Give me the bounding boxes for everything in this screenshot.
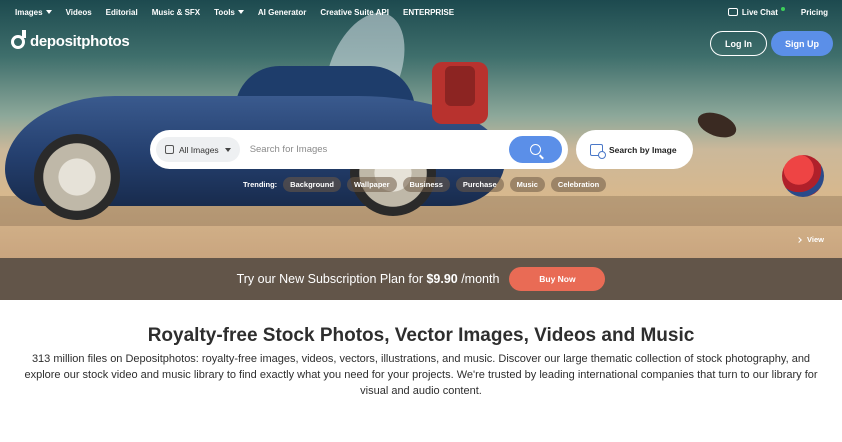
image-icon (165, 145, 174, 154)
site-logo[interactable]: depositphotos (11, 29, 130, 50)
nav-item-ai-generator[interactable]: AI Generator (258, 8, 306, 17)
page-headline: Royalty-free Stock Photos, Vector Images… (147, 325, 695, 346)
trending-label: Trending: (243, 180, 278, 189)
pricing-link[interactable]: Pricing (801, 8, 828, 17)
nav-item-editorial[interactable]: Editorial (106, 8, 138, 17)
chat-bubble-icon (727, 8, 738, 16)
trending-tag[interactable]: Music (509, 177, 545, 192)
chevron-down-icon (237, 10, 244, 15)
search-button[interactable] (509, 136, 562, 163)
search-bar: All Images (150, 130, 568, 169)
promo-price: $9.90 (426, 272, 458, 286)
image-search-icon (590, 143, 606, 159)
chevron-right-icon (796, 236, 802, 243)
trending-tag[interactable]: Celebration (550, 177, 607, 192)
online-status-dot (780, 7, 785, 11)
trending-tags: Trending: Background Wallpaper Business … (243, 177, 612, 192)
logo-text: depositphotos (30, 33, 130, 50)
car-wheel-front (34, 134, 120, 220)
flying-hat (694, 107, 740, 143)
logo-icon (11, 29, 26, 49)
live-chat-label: Live Chat (741, 7, 778, 17)
search-by-image-button[interactable]: Search by Image (576, 130, 693, 169)
top-nav: Images Videos Editorial Music & SFX Tool… (0, 0, 842, 24)
promo-banner: Try our New Subscription Plan for $9.90 … (0, 258, 842, 300)
signup-button[interactable]: Sign Up (771, 31, 833, 56)
nav-item-creative-suite-api[interactable]: Creative Suite API (320, 8, 389, 17)
top-nav-right: Live Chat Pricing (727, 0, 828, 24)
nav-item-images[interactable]: Images (15, 8, 52, 17)
search-icon (530, 144, 541, 155)
live-chat-link[interactable]: Live Chat (727, 7, 785, 17)
view-image-link[interactable]: View (796, 235, 824, 244)
promo-text: Try our New Subscription Plan for $9.90 … (237, 272, 500, 286)
view-label: View (807, 235, 824, 244)
promo-text-after: /month (457, 272, 500, 286)
buy-now-button[interactable]: Buy Now (509, 267, 606, 291)
beach-ball (782, 155, 824, 197)
search-by-image-label: Search by Image (609, 144, 677, 155)
chevron-down-icon (224, 147, 231, 152)
red-luggage-small (445, 66, 475, 106)
promo-text-before: Try our New Subscription Plan for (236, 272, 427, 286)
nav-item-tools-label: Tools (214, 7, 235, 17)
page-description: 313 million files on Depositphotos: roya… (24, 353, 818, 397)
search-input[interactable] (249, 144, 505, 155)
chevron-down-icon (45, 10, 52, 15)
login-button[interactable]: Log In (710, 31, 767, 56)
trending-tag[interactable]: Purchase (455, 177, 504, 192)
search-type-label: All Images (179, 144, 219, 155)
nav-item-enterprise[interactable]: ENTERPRISE (403, 8, 454, 17)
trending-tag[interactable]: Background (283, 177, 341, 192)
trending-tag[interactable]: Wallpaper (346, 177, 397, 192)
search-type-dropdown[interactable]: All Images (156, 137, 240, 162)
nav-item-music-sfx[interactable]: Music & SFX (152, 8, 200, 17)
nav-item-images-label: Images (15, 7, 43, 17)
nav-item-videos[interactable]: Videos (66, 8, 92, 17)
trending-tag[interactable]: Business (402, 177, 450, 192)
nav-item-tools[interactable]: Tools (214, 8, 244, 17)
